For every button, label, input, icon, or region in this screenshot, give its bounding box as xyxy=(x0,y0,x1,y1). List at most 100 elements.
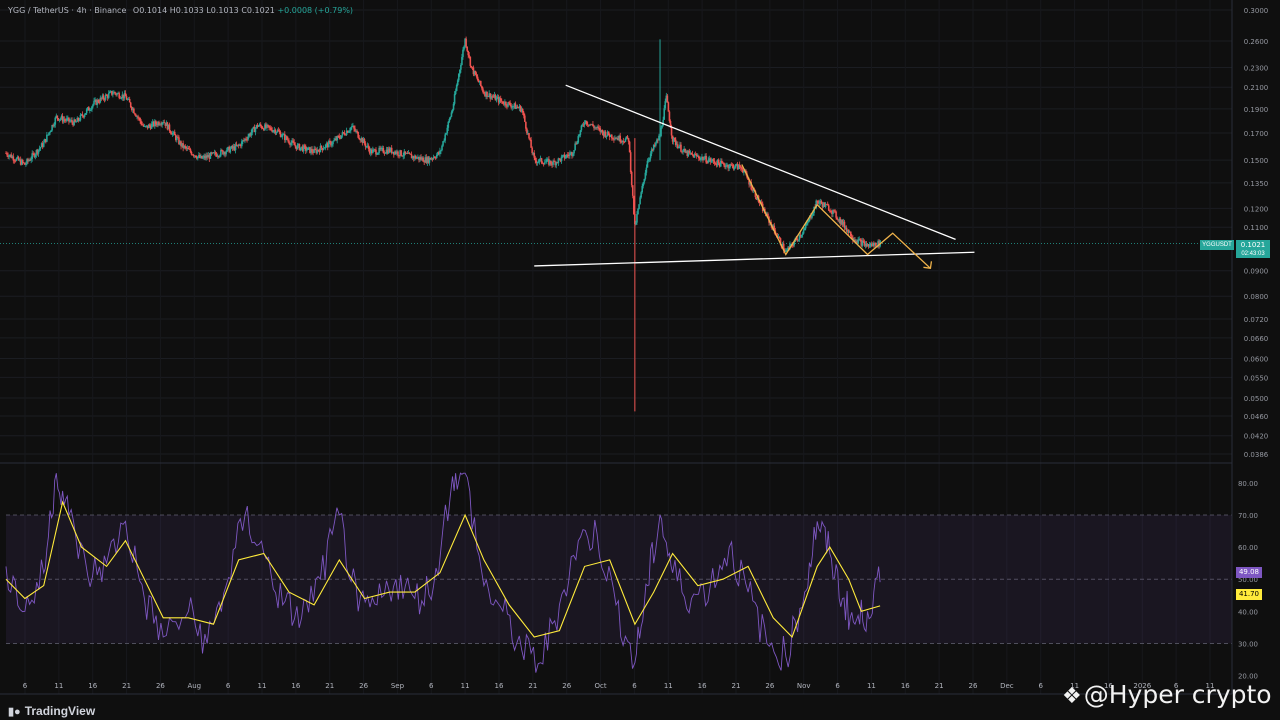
candle-body xyxy=(743,171,745,173)
time-tick-label: 16 xyxy=(698,682,707,690)
candle-body xyxy=(251,128,254,133)
symbol-title[interactable]: YGG / TetherUS · 4h · Binance xyxy=(8,6,126,15)
candle-body xyxy=(333,140,335,142)
candle-body xyxy=(710,160,713,162)
candle-body xyxy=(674,139,677,146)
candle-body xyxy=(728,166,730,169)
candle-body xyxy=(376,154,378,155)
candle-body xyxy=(512,106,515,107)
candle-body xyxy=(278,131,281,133)
time-axis[interactable]: 6 11 16 21 26 Aug 6 11 16 21 26 Sep 6 11 16 21 26 Oct 6 11 1… xyxy=(23,682,1215,690)
symbol-header: YGG / TetherUS · 4h · Binance O0.1014 H0… xyxy=(8,6,353,15)
candle-body xyxy=(260,126,263,129)
candle-body xyxy=(194,155,197,158)
candle-body xyxy=(673,137,676,140)
price-tick-label: 0.1500 xyxy=(1244,157,1269,165)
price-tick-label: 0.0386 xyxy=(1244,451,1269,459)
time-tick-label: 11 xyxy=(664,682,673,690)
candle-body xyxy=(645,167,648,173)
candle-body xyxy=(354,128,356,132)
time-tick-label: 16 xyxy=(901,682,910,690)
candle-body xyxy=(81,114,84,116)
candle-body xyxy=(644,172,647,179)
candle-body xyxy=(495,97,498,101)
candle-body xyxy=(538,159,541,162)
price-tick-label: 0.2300 xyxy=(1244,65,1269,73)
candle-body xyxy=(173,131,176,136)
candle-body xyxy=(449,116,452,119)
time-tick-label: Sep xyxy=(391,682,405,690)
price-axis[interactable]: 0.3000 0.2600 0.2300 0.2100 0.1900 0.1700 0.15… xyxy=(1244,7,1269,459)
candle-body xyxy=(456,80,459,86)
candle-body xyxy=(636,214,638,223)
rsi-axis[interactable]: 80.0070.0060.0050.0040.0030.0020.00 xyxy=(1238,480,1258,681)
time-tick-label: 21 xyxy=(122,682,131,690)
candle-body xyxy=(69,121,71,122)
candle-body xyxy=(643,178,646,183)
candle-body xyxy=(324,144,327,148)
candle-body xyxy=(267,124,269,126)
candle-body xyxy=(857,239,859,244)
candle-body xyxy=(668,111,671,122)
current-price-label: 0.1021 xyxy=(1236,240,1270,250)
descending-trendline xyxy=(565,84,956,240)
candle-body xyxy=(292,140,294,143)
candle-body xyxy=(690,152,693,155)
candle-body xyxy=(197,156,199,159)
candle-body xyxy=(306,149,308,151)
candle-body xyxy=(529,138,531,140)
candle-body xyxy=(818,202,821,204)
candle-body xyxy=(859,239,862,241)
candle-body xyxy=(332,141,334,145)
candle-body xyxy=(544,161,547,163)
bar-countdown-label: 02:43:03 xyxy=(1236,250,1270,258)
candle-body xyxy=(475,74,478,77)
time-tick-label: 21 xyxy=(325,682,334,690)
rsi-tick-label: 30.00 xyxy=(1238,640,1258,648)
candle-body xyxy=(626,136,629,139)
candle-body xyxy=(639,197,641,205)
candle-body xyxy=(579,130,582,136)
candle-body xyxy=(461,57,463,66)
time-tick-label: 26 xyxy=(562,682,571,690)
time-tick-label: 6 xyxy=(226,682,231,690)
candle-body xyxy=(65,118,68,121)
tradingview-logo-text: TradingView xyxy=(24,704,96,718)
candle-body xyxy=(446,127,449,134)
tradingview-logo[interactable]: ▮● TradingView xyxy=(8,704,95,718)
time-tick-label: Aug xyxy=(187,682,201,690)
time-tick-label: 11 xyxy=(258,682,267,690)
price-tick-label: 0.0600 xyxy=(1244,355,1269,363)
candle-body xyxy=(680,144,682,152)
rsi-tick-label: 40.00 xyxy=(1238,608,1258,616)
candle-body xyxy=(721,160,723,163)
candle-body xyxy=(868,245,871,247)
candle-body xyxy=(6,153,8,156)
candle-body xyxy=(627,138,630,142)
candle-body xyxy=(530,139,532,148)
price-tick-label: 0.2600 xyxy=(1244,38,1269,46)
candle-body xyxy=(71,120,73,123)
candle-body xyxy=(358,137,361,140)
candle-body xyxy=(605,135,608,137)
candle-body xyxy=(550,160,552,164)
candle-body xyxy=(47,134,49,136)
candle-body xyxy=(74,119,76,122)
candle-body xyxy=(801,233,804,235)
candle-body xyxy=(533,152,536,158)
candle-body xyxy=(712,159,715,162)
candle-body xyxy=(802,230,805,234)
chart-canvas[interactable]: 0.3000 0.2600 0.2300 0.2100 0.1900 0.1700 0.15… xyxy=(0,0,1280,720)
candle-body xyxy=(706,162,708,164)
candle-body xyxy=(107,93,110,98)
candle-body xyxy=(827,205,830,211)
candle-body xyxy=(629,152,632,172)
candle-body xyxy=(713,161,716,164)
candle-body xyxy=(705,155,707,163)
candle-body xyxy=(134,113,136,115)
candle-body xyxy=(54,117,57,125)
time-tick-label: 21 xyxy=(732,682,741,690)
candlestick-series xyxy=(5,36,881,412)
low-value: L0.1013 xyxy=(206,6,239,15)
price-tick-label: 0.1700 xyxy=(1244,130,1269,138)
